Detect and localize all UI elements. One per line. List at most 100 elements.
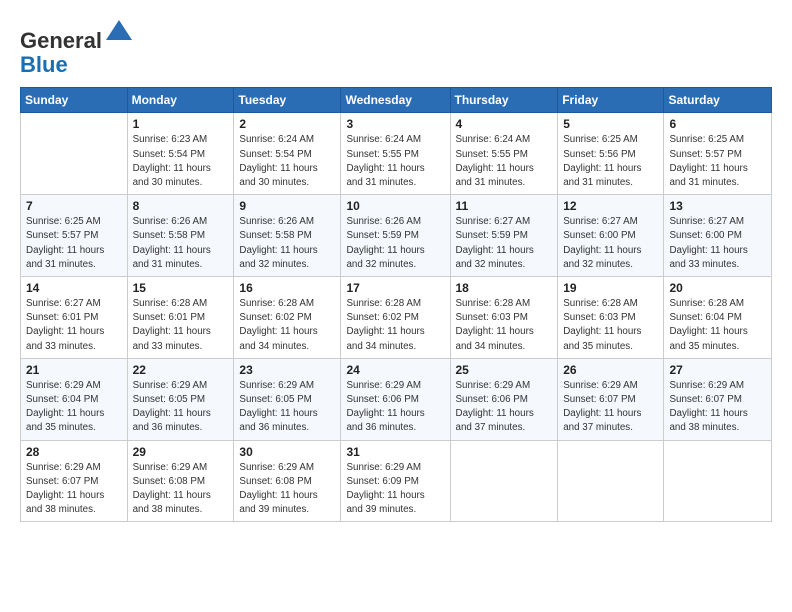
day-number: 31 — [346, 445, 444, 459]
calendar-cell: 24 Sunrise: 6:29 AM Sunset: 6:06 PM Dayli… — [341, 358, 450, 440]
calendar-cell: 23 Sunrise: 6:29 AM Sunset: 6:05 PM Dayli… — [234, 358, 341, 440]
week-row-3: 21 Sunrise: 6:29 AM Sunset: 6:04 PM Dayli… — [21, 358, 772, 440]
calendar-cell: 31 Sunrise: 6:29 AM Sunset: 6:09 PM Dayli… — [341, 440, 450, 522]
day-number: 15 — [133, 281, 229, 295]
calendar-cell: 19Sunrise: 6:28 AM Sunset: 6:03 PM Dayli… — [558, 277, 664, 359]
day-number: 22 — [133, 363, 229, 377]
day-info: Sunrise: 6:29 AM Sunset: 6:06 PM Dayligh… — [456, 379, 553, 436]
day-number: 6 — [669, 117, 766, 131]
day-info: Sunrise: 6:25 AM Sunset: 5:56 PM Dayligh… — [563, 133, 658, 190]
day-number: 19 — [563, 281, 658, 295]
calendar-cell: 16 Sunrise: 6:28 AM Sunset: 6:02 PM Dayli… — [234, 277, 341, 359]
calendar-cell — [450, 440, 558, 522]
calendar-cell: 28Sunrise: 6:29 AM Sunset: 6:07 PM Dayli… — [21, 440, 128, 522]
day-info: Sunrise: 6:28 AM Sunset: 6:03 PM Dayligh… — [456, 297, 553, 354]
week-row-4: 28Sunrise: 6:29 AM Sunset: 6:07 PM Dayli… — [21, 440, 772, 522]
calendar-cell: 2Sunrise: 6:24 AM Sunset: 5:54 PM Daylig… — [234, 113, 341, 195]
day-number: 30 — [239, 445, 335, 459]
week-row-0: 1Sunrise: 6:23 AM Sunset: 5:54 PM Daylig… — [21, 113, 772, 195]
day-number: 16 — [239, 281, 335, 295]
day-info: Sunrise: 6:27 AM Sunset: 6:01 PM Dayligh… — [26, 297, 122, 354]
day-info: Sunrise: 6:28 AM Sunset: 6:02 PM Dayligh… — [346, 297, 444, 354]
logo-icon — [104, 18, 134, 48]
day-number: 10 — [346, 199, 444, 213]
calendar-cell: 7 Sunrise: 6:25 AM Sunset: 5:57 PM Daylig… — [21, 195, 128, 277]
day-number: 26 — [563, 363, 658, 377]
calendar-cell — [664, 440, 772, 522]
day-number: 28 — [26, 445, 122, 459]
calendar-cell: 9 Sunrise: 6:26 AM Sunset: 5:58 PM Daylig… — [234, 195, 341, 277]
calendar-cell: 26Sunrise: 6:29 AM Sunset: 6:07 PM Dayli… — [558, 358, 664, 440]
day-info: Sunrise: 6:24 AM Sunset: 5:54 PM Dayligh… — [239, 133, 335, 190]
day-number: 25 — [456, 363, 553, 377]
day-number: 4 — [456, 117, 553, 131]
day-info: Sunrise: 6:28 AM Sunset: 6:04 PM Dayligh… — [669, 297, 766, 354]
calendar-cell: 4 Sunrise: 6:24 AM Sunset: 5:55 PM Daylig… — [450, 113, 558, 195]
day-number: 14 — [26, 281, 122, 295]
day-info: Sunrise: 6:23 AM Sunset: 5:54 PM Dayligh… — [133, 133, 229, 190]
day-info: Sunrise: 6:29 AM Sunset: 6:09 PM Dayligh… — [346, 461, 444, 518]
day-info: Sunrise: 6:28 AM Sunset: 6:01 PM Dayligh… — [133, 297, 229, 354]
calendar-cell: 3 Sunrise: 6:24 AM Sunset: 5:55 PM Daylig… — [341, 113, 450, 195]
day-number: 21 — [26, 363, 122, 377]
calendar-cell: 5 Sunrise: 6:25 AM Sunset: 5:56 PM Daylig… — [558, 113, 664, 195]
day-info: Sunrise: 6:27 AM Sunset: 6:00 PM Dayligh… — [669, 215, 766, 272]
day-number: 3 — [346, 117, 444, 131]
day-number: 13 — [669, 199, 766, 213]
day-info: Sunrise: 6:27 AM Sunset: 6:00 PM Dayligh… — [563, 215, 658, 272]
day-number: 7 — [26, 199, 122, 213]
weekday-header-row: SundayMondayTuesdayWednesdayThursdayFrid… — [21, 88, 772, 113]
day-info: Sunrise: 6:29 AM Sunset: 6:08 PM Dayligh… — [133, 461, 229, 518]
day-info: Sunrise: 6:29 AM Sunset: 6:06 PM Dayligh… — [346, 379, 444, 436]
calendar-cell: 1Sunrise: 6:23 AM Sunset: 5:54 PM Daylig… — [127, 113, 234, 195]
calendar-table: SundayMondayTuesdayWednesdayThursdayFrid… — [20, 87, 772, 522]
logo-blue: Blue — [20, 52, 68, 77]
calendar-cell: 30Sunrise: 6:29 AM Sunset: 6:08 PM Dayli… — [234, 440, 341, 522]
day-number: 5 — [563, 117, 658, 131]
day-info: Sunrise: 6:26 AM Sunset: 5:59 PM Dayligh… — [346, 215, 444, 272]
calendar-cell: 6Sunrise: 6:25 AM Sunset: 5:57 PM Daylig… — [664, 113, 772, 195]
calendar-cell: 22 Sunrise: 6:29 AM Sunset: 6:05 PM Dayli… — [127, 358, 234, 440]
day-number: 11 — [456, 199, 553, 213]
weekday-header-tuesday: Tuesday — [234, 88, 341, 113]
weekday-header-sunday: Sunday — [21, 88, 128, 113]
calendar-cell — [558, 440, 664, 522]
day-number: 17 — [346, 281, 444, 295]
day-info: Sunrise: 6:29 AM Sunset: 6:04 PM Dayligh… — [26, 379, 122, 436]
weekday-header-friday: Friday — [558, 88, 664, 113]
day-info: Sunrise: 6:27 AM Sunset: 5:59 PM Dayligh… — [456, 215, 553, 272]
calendar-cell: 20 Sunrise: 6:28 AM Sunset: 6:04 PM Dayli… — [664, 277, 772, 359]
day-number: 29 — [133, 445, 229, 459]
week-row-2: 14 Sunrise: 6:27 AM Sunset: 6:01 PM Dayli… — [21, 277, 772, 359]
calendar-cell — [21, 113, 128, 195]
day-info: Sunrise: 6:29 AM Sunset: 6:07 PM Dayligh… — [669, 379, 766, 436]
weekday-header-monday: Monday — [127, 88, 234, 113]
calendar-cell: 17 Sunrise: 6:28 AM Sunset: 6:02 PM Dayli… — [341, 277, 450, 359]
calendar-cell: 25 Sunrise: 6:29 AM Sunset: 6:06 PM Dayli… — [450, 358, 558, 440]
day-info: Sunrise: 6:29 AM Sunset: 6:05 PM Dayligh… — [133, 379, 229, 436]
day-number: 18 — [456, 281, 553, 295]
day-number: 27 — [669, 363, 766, 377]
calendar-cell: 14 Sunrise: 6:27 AM Sunset: 6:01 PM Dayli… — [21, 277, 128, 359]
calendar-cell: 21 Sunrise: 6:29 AM Sunset: 6:04 PM Dayli… — [21, 358, 128, 440]
day-number: 23 — [239, 363, 335, 377]
day-info: Sunrise: 6:24 AM Sunset: 5:55 PM Dayligh… — [456, 133, 553, 190]
day-info: Sunrise: 6:26 AM Sunset: 5:58 PM Dayligh… — [133, 215, 229, 272]
page: General Blue SundayMondayTuesdayWednesda… — [0, 0, 792, 612]
weekday-header-wednesday: Wednesday — [341, 88, 450, 113]
calendar-body: 1Sunrise: 6:23 AM Sunset: 5:54 PM Daylig… — [21, 113, 772, 522]
day-info: Sunrise: 6:24 AM Sunset: 5:55 PM Dayligh… — [346, 133, 444, 190]
day-info: Sunrise: 6:25 AM Sunset: 5:57 PM Dayligh… — [26, 215, 122, 272]
day-info: Sunrise: 6:29 AM Sunset: 6:05 PM Dayligh… — [239, 379, 335, 436]
logo-general: General — [20, 28, 102, 53]
day-number: 9 — [239, 199, 335, 213]
day-number: 12 — [563, 199, 658, 213]
calendar-cell: 12 Sunrise: 6:27 AM Sunset: 6:00 PM Dayli… — [558, 195, 664, 277]
calendar-cell: 18 Sunrise: 6:28 AM Sunset: 6:03 PM Dayli… — [450, 277, 558, 359]
day-number: 20 — [669, 281, 766, 295]
day-number: 24 — [346, 363, 444, 377]
day-info: Sunrise: 6:28 AM Sunset: 6:02 PM Dayligh… — [239, 297, 335, 354]
weekday-header-thursday: Thursday — [450, 88, 558, 113]
logo: General Blue — [20, 18, 134, 77]
day-info: Sunrise: 6:26 AM Sunset: 5:58 PM Dayligh… — [239, 215, 335, 272]
